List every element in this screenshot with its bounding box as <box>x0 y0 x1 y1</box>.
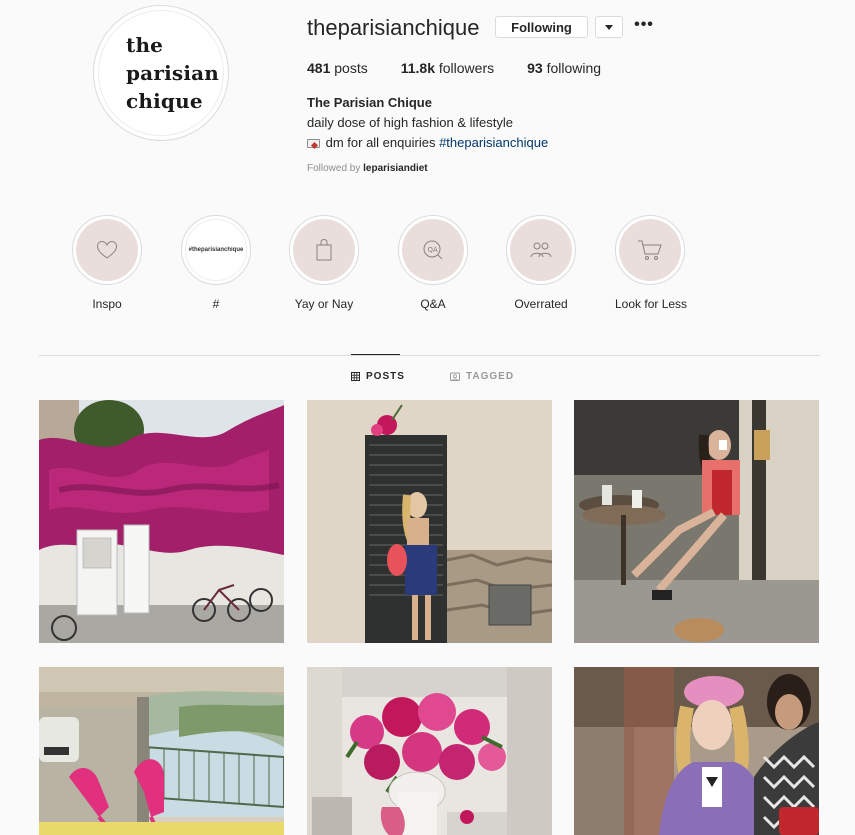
highlight-label: Overrated <box>514 297 568 311</box>
post-image-woman-at-cafe <box>574 400 819 643</box>
text-cover-icon: #theparisianchique <box>185 219 247 281</box>
highlight-label: # <box>212 297 220 311</box>
love-letter-icon <box>307 139 320 149</box>
heart-icon <box>76 219 138 281</box>
ellipsis-icon: ••• <box>634 16 654 33</box>
post-tile[interactable] <box>574 667 819 835</box>
following-label: following <box>542 60 602 76</box>
avatar-logo-line-3: chique <box>126 89 203 113</box>
posts-count: 481 <box>307 60 331 76</box>
cart-icon <box>619 219 681 281</box>
highlight-cover-text: #theparisianchique <box>188 247 244 253</box>
profile-username: theparisianchique <box>307 15 480 40</box>
highlight-label: Yay or Nay <box>294 297 354 311</box>
suggestions-dropdown-button[interactable] <box>595 16 623 38</box>
highlight-overrated[interactable]: Overrated <box>506 215 576 311</box>
grid-icon <box>351 372 360 381</box>
tabs-divider <box>39 355 820 356</box>
post-image-bougainvillea-house <box>39 400 284 643</box>
highlight-label: Q&A <box>420 297 446 311</box>
highlight-hash[interactable]: #theparisianchique # <box>181 215 251 311</box>
posts-label: posts <box>330 60 368 76</box>
post-tile[interactable] <box>39 400 284 643</box>
tab-tagged[interactable]: TAGGED <box>450 371 514 382</box>
post-image-woman-by-green-door <box>307 400 552 643</box>
post-tile[interactable] <box>307 400 552 643</box>
profile-bio: The Parisian Chique daily dose of high f… <box>307 93 548 153</box>
tab-posts-label: POSTS <box>366 371 405 382</box>
highlight-label: Inspo <box>92 297 122 311</box>
avatar-logo-line-1: the <box>126 33 164 57</box>
post-image-pink-peonies <box>307 667 552 835</box>
highlight-look-for-less[interactable]: Look for Less <box>615 215 688 311</box>
caret-down-icon <box>605 24 613 30</box>
bio-hashtag-link[interactable]: #theparisianchique <box>439 135 548 150</box>
highlight-qa[interactable]: QA Q&A <box>398 215 468 311</box>
qa-icon: QA <box>402 219 464 281</box>
followed-by-user-link[interactable]: leparisiandiet <box>363 163 427 174</box>
tab-posts[interactable]: POSTS <box>351 371 405 382</box>
bio-line-2: dm for all enquiries #theparisianchique <box>307 133 548 153</box>
story-highlights: Inspo #theparisianchique # Yay or Nay QA… <box>72 215 692 315</box>
posts-stat: 481 posts <box>307 60 368 76</box>
profile-avatar[interactable]: the parisian chique <box>93 5 229 141</box>
avatar-logo-line-2: parisian <box>126 61 220 85</box>
people-icon <box>510 219 572 281</box>
followed-by: Followed by leparisiandiet <box>307 163 428 174</box>
post-tile[interactable] <box>574 400 819 643</box>
highlight-yay-or-nay[interactable]: Yay or Nay <box>289 215 359 311</box>
following-count: 93 <box>527 60 543 76</box>
tagged-icon <box>450 372 460 381</box>
avatar-logo: the parisian chique <box>98 10 224 136</box>
followers-count: 11.8k <box>400 60 435 76</box>
followers-label: followers <box>434 60 495 76</box>
profile-stats: 481 posts 11.8k followers 93 following <box>307 60 634 76</box>
bio-full-name: The Parisian Chique <box>307 95 432 110</box>
tab-tagged-label: TAGGED <box>466 371 515 382</box>
bio-line-1: daily dose of high fashion & lifestyle <box>307 115 513 130</box>
post-image-woman-in-pink-beret <box>574 667 819 835</box>
following-stat[interactable]: 93 following <box>527 60 601 76</box>
bio-line-2-text: dm for all enquiries <box>322 135 440 150</box>
post-tile[interactable] <box>307 667 552 835</box>
active-tab-indicator <box>351 354 400 355</box>
shopping-bag-icon <box>293 219 355 281</box>
highlight-inspo[interactable]: Inspo <box>72 215 142 311</box>
highlight-label: Look for Less <box>615 297 688 311</box>
followed-by-prefix: Followed by <box>307 163 364 174</box>
followers-stat[interactable]: 11.8k followers <box>401 60 494 76</box>
post-tile[interactable] <box>39 667 284 835</box>
more-options-button[interactable]: ••• <box>634 15 654 35</box>
following-button[interactable]: Following <box>495 16 588 38</box>
post-image-pink-heels-in-car <box>39 667 284 835</box>
svg-text:QA: QA <box>428 246 439 254</box>
